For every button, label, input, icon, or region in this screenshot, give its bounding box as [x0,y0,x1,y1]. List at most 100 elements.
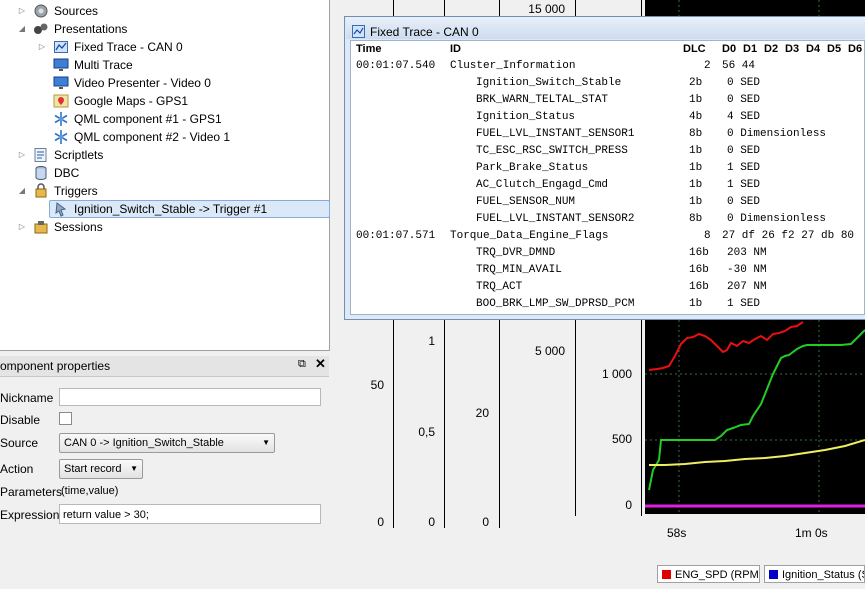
nickname-field[interactable] [59,388,321,406]
disable-checkbox[interactable] [59,412,72,425]
col-header-id[interactable]: ID [450,43,461,55]
trace-dlc: 2 [704,60,711,72]
properties-header: omponent properties ⧉ ✕ [0,356,329,377]
triggers-icon [33,183,49,199]
tree-item-label: Sessions [54,220,103,234]
axis-5-tick: 1 000 [601,367,632,381]
trace-id: Cluster_Information [450,60,576,72]
trace-window-title: Fixed Trace - CAN 0 [370,25,479,39]
trace-dlc: 1b [689,179,703,191]
tree-item[interactable]: Multi Trace [0,56,329,74]
legend-item-ignition-status[interactable]: Ignition_Status (S [764,565,865,583]
tree-item[interactable]: Video Presenter - Video 0 [0,74,329,92]
tree-item[interactable]: QML component #1 - GPS1 [0,110,329,128]
tree-item-label: Multi Trace [74,58,133,72]
database-icon [33,165,49,181]
col-header-d1[interactable]: D1 [743,43,757,55]
trace-time: 00:01:07.540 [356,60,436,72]
trace-data: 1 SED [727,179,761,191]
sessions-icon [33,219,49,235]
tree-item[interactable]: DBC [0,164,329,182]
collapse-arrow-icon[interactable]: ◢ [17,182,27,200]
trace-data: 1 SED [727,162,761,174]
axis-3-tick: 20 [475,406,489,420]
snowflake-icon [53,111,69,127]
fixed-trace-icon [53,39,69,55]
trace-data: 27 df 26 f2 27 db 80 [722,230,855,242]
tree-item[interactable]: ◢ Triggers [0,182,329,200]
action-label: Action [0,462,34,476]
map-icon [53,93,69,109]
tree-item[interactable]: ◢ Presentations [0,20,329,38]
tree-item-label: Ignition_Switch_Stable -> Trigger #1 [74,202,268,216]
col-header-d2[interactable]: D2 [764,43,778,55]
float-icon[interactable]: ⧉ [298,358,310,370]
monitor-icon [53,75,69,91]
trace-data: 0 SED [727,94,761,106]
col-header-d3[interactable]: D3 [785,43,799,55]
trace-dlc: 4b [689,111,703,123]
expand-arrow-icon[interactable]: ▷ [17,146,27,164]
trace-data: 4 SED [727,111,761,123]
tree-item[interactable]: ▷ Sources [0,2,329,20]
chevron-down-icon: ▼ [130,464,138,473]
tree-item[interactable]: Google Maps - GPS1 [0,92,329,110]
trace-dlc: 8b [689,213,703,225]
expand-arrow-icon[interactable]: ▷ [37,38,47,56]
tree-item[interactable]: QML component #2 - Video 1 [0,128,329,146]
tree-item-label: QML component #2 - Video 1 [74,130,231,144]
col-header-d4[interactable]: D4 [806,43,820,55]
trace-dlc: 1b [689,196,703,208]
close-icon[interactable]: ✕ [315,357,327,371]
trace-id: TRQ_ACT [476,281,523,293]
trace-dlc: 1b [689,145,703,157]
axis-5-tick: 0 [625,498,632,512]
tree-item-label: Sources [54,4,99,18]
collapse-arrow-icon[interactable]: ◢ [17,20,27,38]
tree-item-label: Video Presenter - Video 0 [74,76,211,90]
axis-1-tick: 50 [370,378,384,392]
trace-dlc: 16b [689,247,709,259]
scriptlets-icon [33,147,49,163]
col-header-d6[interactable]: D6 [848,43,862,55]
component-tree: ▷ Sources ◢ Presentations ▷ Fixed Trace - CAN… [0,0,330,351]
monitor-icon [53,57,69,73]
trace-dlc: 8 [704,230,711,242]
col-header-time[interactable]: Time [356,43,381,55]
expand-arrow-icon[interactable]: ▷ [17,218,27,236]
tree-item-label: Triggers [54,184,98,198]
source-select[interactable]: CAN 0 -> Ignition_Switch_Stable ▼ [59,433,275,453]
axis-3-tick: 0 [482,515,489,529]
action-select[interactable]: Start record ▼ [59,459,143,479]
trace-id: FUEL_LVL_INSTANT_SENSOR2 [476,213,635,225]
col-header-d5[interactable]: D5 [827,43,841,55]
nickname-label: Nickname [0,391,54,405]
axis-1-tick: 0 [377,515,384,529]
expression-field[interactable]: return value > 30; [59,504,321,524]
axis-5-tick: 500 [611,432,632,446]
col-header-d0[interactable]: D0 [722,43,736,55]
trace-id: TRQ_MIN_AVAIL [476,264,562,276]
trace-id: BOO_BRK_LMP_SW_DPRSD_PCM [476,298,635,310]
trace-data: 0 SED [727,196,761,208]
expand-arrow-icon[interactable]: ▷ [17,2,27,20]
tree-item[interactable]: ▷ Sessions [0,218,329,236]
tree-item-label: Fixed Trace - CAN 0 [74,40,183,54]
legend-label: ENG_SPD (RPM) [675,569,760,581]
legend-item-eng-spd[interactable]: ENG_SPD (RPM) [657,565,760,583]
tree-item[interactable]: ▷ Scriptlets [0,146,329,164]
disable-label: Disable [0,413,41,427]
tree-item[interactable]: ▷ Fixed Trace - CAN 0 [0,38,329,56]
col-header-dlc[interactable]: DLC [683,43,706,55]
trace-id: Ignition_Status [476,111,576,123]
trace-data: 0 SED [727,145,761,157]
tree-item[interactable]: Ignition_Switch_Stable -> Trigger #1 [0,200,330,218]
axis-4-tick: 15 000 [528,2,565,16]
tree-item-label: Google Maps - GPS1 [74,94,189,108]
trace-id: Park_Brake_Status [476,162,589,174]
expression-label: Expression [0,508,60,522]
trace-dlc: 1b [689,94,703,106]
trace-id: TC_ESC_RSC_SWITCH_PRESS [476,145,628,157]
trace-dlc: 16b [689,264,709,276]
trace-id: AC_Clutch_Engagd_Cmd [476,179,609,191]
